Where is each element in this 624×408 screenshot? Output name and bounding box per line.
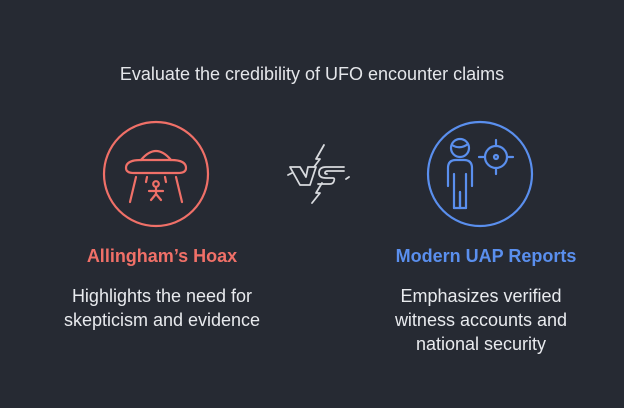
right-description-line: witness accounts and bbox=[394, 310, 568, 330]
left-heading: Allingham’s Hoax bbox=[86, 246, 238, 266]
left-description-line: Highlights the need for bbox=[71, 286, 253, 306]
vs-icon bbox=[286, 143, 350, 205]
diagram-title: Evaluate the credibility of UFO encounte… bbox=[119, 64, 505, 84]
right-description: Emphasizes verified witness accounts and… bbox=[356, 284, 606, 356]
left-description: Highlights the need for skepticism and e… bbox=[32, 284, 292, 332]
witness-target-icon bbox=[426, 120, 534, 228]
right-description-line: Emphasizes verified bbox=[400, 286, 562, 306]
right-heading: Modern UAP Reports bbox=[395, 246, 577, 266]
right-description-line: national security bbox=[415, 334, 547, 354]
left-description-line: skepticism and evidence bbox=[63, 310, 261, 330]
ufo-abduction-icon bbox=[102, 120, 210, 228]
